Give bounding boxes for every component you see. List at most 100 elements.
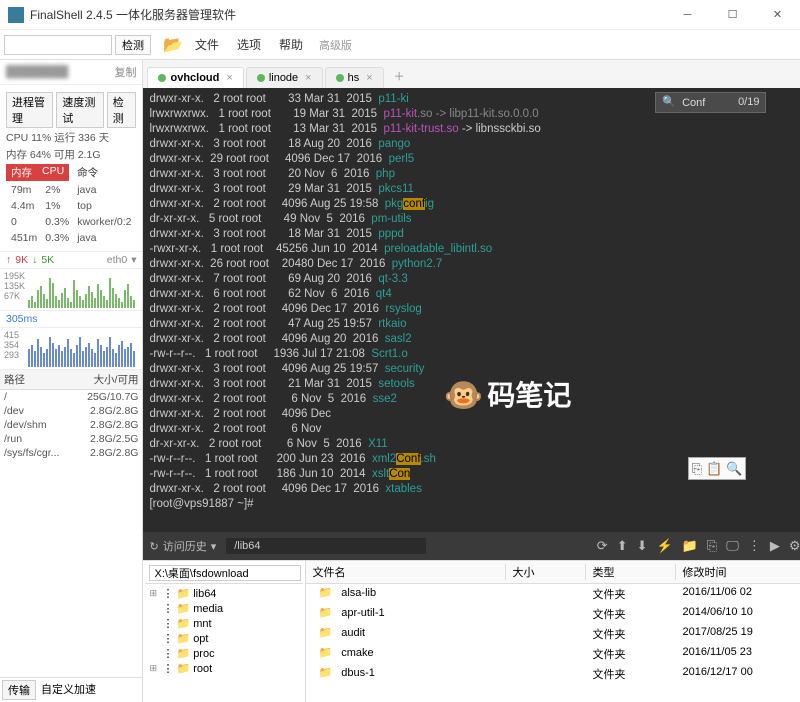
col-mem: 内存 [6, 164, 37, 181]
copy-button[interactable]: 复制 [114, 64, 136, 80]
terminal-line: -rw-r--r--. 1 root root 1936 Jul 17 21:0… [149, 347, 800, 362]
tab-speed[interactable]: 速度测试 [56, 92, 103, 128]
monkey-icon: 🐵 [443, 388, 483, 403]
menu-file[interactable]: 文件 [195, 36, 219, 53]
cpu-stat: CPU 11% 运行 336 天 [6, 130, 136, 145]
settings-icon[interactable]: ⋮ [748, 538, 761, 554]
tree-item[interactable]: ⋮📁proc [147, 646, 301, 661]
play-icon[interactable]: ▶ [770, 538, 780, 554]
terminal-line: drwxr-xr-x. 3 root root 20 Nov 6 2016 ph… [149, 167, 800, 182]
tree-item[interactable]: ⋮📁media [147, 601, 301, 616]
tab-accel[interactable]: 自定义加速 [36, 680, 101, 700]
close-icon[interactable]: × [305, 72, 311, 84]
tree-item[interactable]: ⊞⋮📁root [147, 661, 301, 676]
disk-row[interactable]: /dev2.8G/2.8G [0, 404, 142, 418]
terminal-line: drwxr-xr-x. 2 root root 6 Nov [149, 422, 800, 437]
titlebar: FinalShell 2.4.5 一体化服务器管理软件 ─ ☐ ✕ [0, 0, 800, 30]
terminal[interactable]: drwxr-xr-x. 2 root root 33 Mar 31 2015 p… [143, 88, 800, 532]
bolt-icon[interactable]: ⚡ [657, 538, 673, 554]
close-button[interactable]: ✕ [755, 0, 800, 30]
tab-hs[interactable]: hs× [325, 67, 384, 88]
newfolder-icon[interactable]: 📁 [682, 538, 698, 554]
terminal-line: drwxr-xr-x. 7 root root 69 Aug 20 2016 q… [149, 272, 800, 287]
find-input[interactable] [682, 97, 732, 109]
download-icon[interactable]: ⬇ [637, 538, 648, 554]
terminal-line: drwxr-xr-x. 2 root root 4096 Dec 17 2016… [149, 302, 800, 317]
advanced-label[interactable]: 高级版 [319, 37, 352, 53]
folder-open-icon[interactable]: 📂 [163, 35, 183, 55]
paste-icon[interactable]: 📋 [706, 461, 722, 476]
process-table: 79m2%java4.4m1%top00.3%kworker/0:2451m0.… [6, 181, 136, 247]
copy-icon[interactable]: ⎘ [692, 461, 702, 476]
current-path[interactable]: /lib64 [226, 538, 426, 554]
file-manager: ▾ ⊞⋮📁lib64⋮📁media⋮📁mnt⋮📁opt⋮📁proc⊞⋮📁root… [143, 560, 800, 702]
terminal-line: drwxr-xr-x. 2 root root 4096 Aug 25 19:5… [149, 197, 800, 212]
file-row[interactable]: 📁 dbus-1文件夹2016/12/17 00 [306, 664, 800, 684]
disk-row[interactable]: /run2.8G/2.5G [0, 432, 142, 446]
maximize-button[interactable]: ☐ [710, 0, 755, 30]
arrow-down-icon: ↓ [32, 254, 37, 266]
col-cmd: 命令 [69, 164, 106, 181]
minimize-button[interactable]: ─ [665, 0, 710, 30]
copy-icon[interactable]: ⎘ [707, 538, 717, 554]
tab-ovhcloud[interactable]: ovhcloud× [147, 67, 243, 88]
add-tab-button[interactable]: ＋ [386, 64, 413, 88]
file-row[interactable]: 📁 audit文件夹2017/08/25 19 [306, 624, 800, 644]
upload-icon[interactable]: ⬆ [617, 538, 628, 554]
mem-stat: 内存 64% 可用 2.1G [6, 147, 136, 162]
tree-item[interactable]: ⊞⋮📁lib64 [147, 586, 301, 601]
toolbar: 检测 📂 文件 选项 帮助 高级版 [0, 30, 800, 60]
close-icon[interactable]: × [226, 72, 232, 84]
search-icon[interactable]: 🔍 [726, 461, 742, 476]
refresh-icon[interactable]: ⟳ [597, 538, 608, 554]
search-icon: 🔍 [662, 95, 676, 110]
sidebar: ████████ 复制 进程管理 速度测试 检测 CPU 11% 运行 336 … [0, 60, 143, 702]
disk-row[interactable]: /dev/shm2.8G/2.8G [0, 418, 142, 432]
tab-transfer[interactable]: 传输 [2, 680, 36, 700]
watermark: 🐵码笔记 [443, 388, 571, 403]
terminal-line: drwxr-xr-x. 2 root root 4096 Aug 20 2016… [149, 332, 800, 347]
terminal-line: drwxr-xr-x. 3 root root 4096 Aug 25 19:5… [149, 362, 800, 377]
col-cpu: CPU [37, 164, 69, 181]
file-row[interactable]: 📁 cmake文件夹2016/11/05 23 [306, 644, 800, 664]
menu-option[interactable]: 选项 [237, 36, 261, 53]
tab-detect[interactable]: 检测 [107, 92, 137, 128]
menu-help[interactable]: 帮助 [279, 36, 303, 53]
col-filename[interactable]: 文件名 [306, 564, 506, 580]
local-path-input[interactable] [149, 565, 301, 581]
col-type[interactable]: 类型 [586, 564, 676, 580]
app-icon [8, 7, 24, 23]
close-icon[interactable]: × [366, 72, 372, 84]
detect-button[interactable]: 检测 [115, 35, 151, 55]
find-bar: 🔍 0/19 [655, 92, 766, 113]
col-size[interactable]: 大小 [506, 564, 586, 580]
terminal-line: drwxr-xr-x. 3 root root 18 Aug 20 2016 p… [149, 137, 800, 152]
file-row[interactable]: 📁 alsa-lib文件夹2016/11/06 02 [306, 584, 800, 604]
tab-process[interactable]: 进程管理 [6, 92, 53, 128]
terminal-line: -rwxr-xr-x. 1 root root 45256 Jun 10 201… [149, 242, 800, 257]
terminal-line: drwxr-xr-x. 26 root root 20480 Dec 17 20… [149, 257, 800, 272]
net-chart: 195K 135K 67K [0, 269, 142, 311]
net-if: eth0 [107, 254, 127, 266]
history-button[interactable]: ↻访问历史▾ [149, 538, 216, 554]
tab-linode[interactable]: linode× [246, 67, 323, 88]
col-mtime[interactable]: 修改时间 [676, 564, 800, 580]
terminal-line: dr-xr-xr-x. 5 root root 49 Nov 5 2016 pm… [149, 212, 800, 227]
gear-icon[interactable]: ⚙ [789, 538, 800, 554]
file-tree: ▾ ⊞⋮📁lib64⋮📁media⋮📁mnt⋮📁opt⋮📁proc⊞⋮📁root [143, 561, 306, 702]
search-input[interactable] [4, 35, 112, 55]
terminal-line: drwxr-xr-x. 3 root root 18 Mar 31 2015 p… [149, 227, 800, 242]
terminal-line: drwxr-xr-x. 6 root root 62 Nov 6 2016 qt… [149, 287, 800, 302]
disk-row[interactable]: /25G/10.7G [0, 390, 142, 404]
terminal-tabs: ovhcloud× linode× hs× ＋ [143, 60, 800, 88]
prompt: [root@vps91887 ~]# [149, 497, 800, 512]
tree-item[interactable]: ⋮📁opt [147, 631, 301, 646]
tree-item[interactable]: ⋮📁mnt [147, 616, 301, 631]
history-icon: ↻ [149, 540, 158, 553]
terminal-line: lrwxrwxrwx. 1 root root 13 Mar 31 2015 p… [149, 122, 800, 137]
ping-chart: 415 354 293 [0, 328, 142, 370]
screen-icon[interactable]: 🖵 [726, 538, 739, 554]
terminal-bottom-bar: ↻访问历史▾ /lib64 ⟳ ⬆ ⬇ ⚡ 📁 ⎘ 🖵 ⋮ ▶ ⚙ [143, 532, 800, 560]
disk-row[interactable]: /sys/fs/cgr...2.8G/2.8G [0, 446, 142, 460]
file-row[interactable]: 📁 apr-util-1文件夹2014/06/10 10 [306, 604, 800, 624]
